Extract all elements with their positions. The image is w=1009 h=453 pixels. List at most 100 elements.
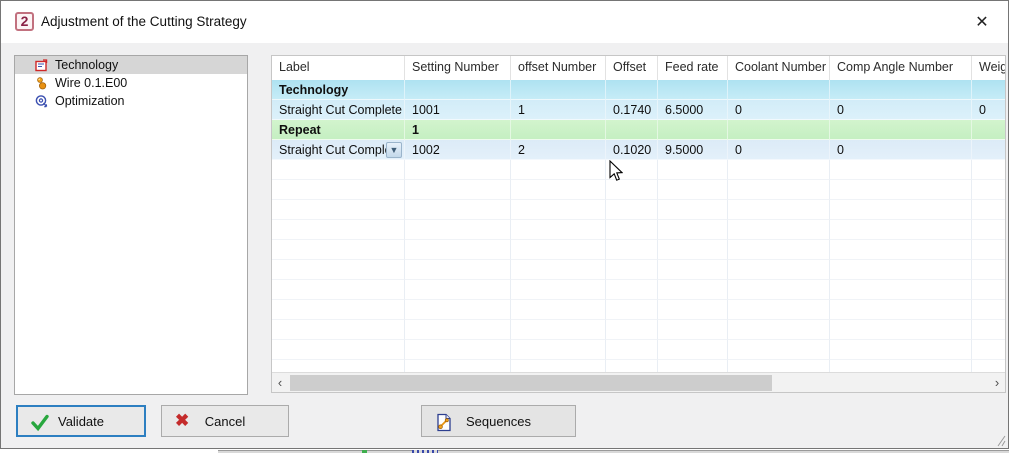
scrollbar-thumb[interactable] [290, 375, 772, 391]
empty-cell [830, 240, 972, 260]
empty-cell [405, 340, 511, 360]
table-cell[interactable] [972, 80, 1005, 100]
empty-cell [511, 160, 606, 180]
table-cell[interactable]: 0 [728, 100, 830, 120]
empty-cell [511, 340, 606, 360]
table-cell[interactable]: 0.1740 [606, 100, 658, 120]
empty-cell [511, 320, 606, 340]
table-cell[interactable] [606, 120, 658, 140]
empty-cell [830, 160, 972, 180]
sequences-button[interactable]: Sequences [421, 405, 576, 437]
table-cell[interactable] [658, 120, 728, 140]
table-cell[interactable]: 0 [972, 100, 1005, 120]
tree-item-optimization[interactable]: Optimization [15, 92, 247, 110]
tree-item-technology[interactable]: Technology [15, 56, 247, 74]
table-cell[interactable] [972, 120, 1005, 140]
empty-table-row [272, 160, 1005, 180]
empty-cell [728, 320, 830, 340]
table-cell[interactable]: 9.5000 [658, 140, 728, 160]
column-header[interactable]: Comp Angle Number [830, 56, 972, 80]
column-header[interactable]: Label [272, 56, 405, 80]
table-cell[interactable]: Technology [272, 80, 405, 100]
table-cell[interactable]: 0 [830, 100, 972, 120]
horizontal-scrollbar[interactable]: ‹ › [272, 372, 1005, 392]
column-header[interactable]: Coolant Number [728, 56, 830, 80]
table-cell[interactable] [972, 140, 1005, 160]
empty-table-row [272, 300, 1005, 320]
technology-icon [34, 58, 49, 73]
table-cell[interactable] [830, 120, 972, 140]
scroll-left-arrow-icon[interactable]: ‹ [272, 373, 288, 393]
empty-cell [728, 240, 830, 260]
empty-cell [728, 340, 830, 360]
empty-cell [972, 320, 1005, 340]
empty-table-row [272, 240, 1005, 260]
table-cell[interactable]: 0 [830, 140, 972, 160]
column-header[interactable]: offset Number [511, 56, 606, 80]
empty-cell [830, 280, 972, 300]
empty-cell [830, 300, 972, 320]
empty-cell [606, 160, 658, 180]
table-cell[interactable]: 1002 [405, 140, 511, 160]
optimization-icon [34, 94, 49, 109]
empty-cell [658, 240, 728, 260]
empty-cell [272, 240, 405, 260]
tree-item-label: Optimization [55, 94, 124, 108]
empty-cell [511, 260, 606, 280]
tree-item-wire[interactable]: Wire 0.1.E00 [15, 74, 247, 92]
label-dropdown-button[interactable]: ▼ [386, 142, 402, 158]
table-cell[interactable]: Straight Cut Comple▼ [272, 140, 405, 160]
empty-cell [405, 180, 511, 200]
scroll-right-arrow-icon[interactable]: › [989, 373, 1005, 393]
table-cell[interactable]: 0.1020 [606, 140, 658, 160]
empty-cell [658, 220, 728, 240]
empty-cell [272, 260, 405, 280]
table-cell[interactable]: 2 [511, 140, 606, 160]
table-cell[interactable] [405, 80, 511, 100]
grid-body: TechnologyStraight Cut Complete100110.17… [272, 80, 1005, 372]
table-cell[interactable]: 6.5000 [658, 100, 728, 120]
empty-cell [511, 300, 606, 320]
empty-cell [728, 200, 830, 220]
empty-cell [511, 240, 606, 260]
empty-cell [606, 200, 658, 220]
validate-label: Validate [58, 414, 104, 429]
empty-cell [405, 220, 511, 240]
table-cell[interactable] [511, 80, 606, 100]
table-cell[interactable] [606, 80, 658, 100]
empty-cell [606, 360, 658, 372]
column-header[interactable]: Weig [972, 56, 1006, 80]
check-icon [31, 414, 49, 432]
empty-cell [606, 260, 658, 280]
empty-cell [972, 340, 1005, 360]
title-bar[interactable]: 2 Adjustment of the Cutting Strategy ✕ [1, 1, 1008, 43]
table-cell[interactable]: 0 [728, 140, 830, 160]
table-cell[interactable]: 1001 [405, 100, 511, 120]
table-cell[interactable] [728, 120, 830, 140]
close-button[interactable]: ✕ [968, 9, 996, 35]
column-header[interactable]: Feed rate [658, 56, 728, 80]
empty-cell [511, 220, 606, 240]
empty-cell [272, 200, 405, 220]
column-header[interactable]: Setting Number [405, 56, 511, 80]
table-cell[interactable]: 1 [405, 120, 511, 140]
table-cell[interactable] [728, 80, 830, 100]
scrollbar-track[interactable] [288, 373, 989, 393]
empty-cell [405, 240, 511, 260]
technology-grid: LabelSetting Numberoffset NumberOffsetFe… [271, 55, 1006, 393]
resize-grip-icon[interactable] [996, 434, 1006, 446]
table-cell[interactable]: Straight Cut Complete [272, 100, 405, 120]
empty-cell [830, 180, 972, 200]
validate-button[interactable]: Validate [16, 405, 146, 437]
empty-cell [658, 260, 728, 280]
cutting-strategy-dialog: 2 Adjustment of the Cutting Strategy ✕ T… [0, 0, 1009, 449]
column-header[interactable]: Offset [606, 56, 658, 80]
table-cell[interactable] [658, 80, 728, 100]
cancel-button[interactable]: ✖ Cancel [161, 405, 289, 437]
table-cell[interactable]: 1 [511, 100, 606, 120]
empty-cell [972, 220, 1005, 240]
empty-table-row [272, 200, 1005, 220]
table-cell[interactable] [830, 80, 972, 100]
table-cell[interactable]: Repeat [272, 120, 405, 140]
table-cell[interactable] [511, 120, 606, 140]
